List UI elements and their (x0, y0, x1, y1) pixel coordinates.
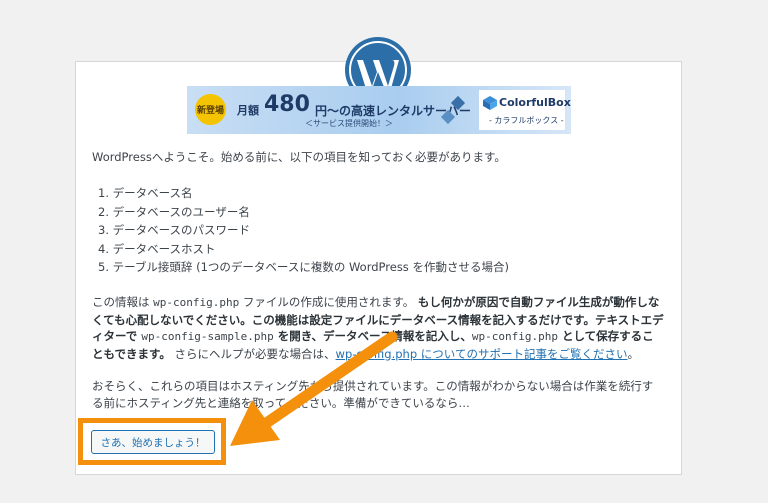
intro-text: WordPressへようこそ。始める前に、以下の項目を知っておく必要があります。 (92, 150, 506, 164)
ad-banner[interactable]: 新登場 月額 480 円〜の高速レンタルサーバー ＜サービス提供開始！＞ Col… (187, 86, 571, 134)
banner-price: 480 (264, 92, 310, 117)
info-text: 。 (627, 346, 639, 361)
cube-logo-icon (483, 96, 497, 110)
support-article-link[interactable]: wp-config.php についてのサポート記事をご覧ください (336, 347, 628, 361)
info-text: ファイルの作成に使用されます。 (239, 295, 418, 309)
list-item: 4. データベースホスト (98, 241, 216, 256)
info-code: wp-config.php (471, 330, 558, 343)
info-bold-text: を開き、データベース情報を記入し、 (273, 329, 472, 343)
list-item: 2. データベースのユーザー名 (98, 204, 250, 219)
brand-subtitle: - カラフルボックス - (489, 116, 564, 125)
brand-name: ColorfulBox (499, 96, 571, 109)
list-item: 5. テーブル接頭辞 (1つのデータベースに複数の WordPress を作動さ… (98, 260, 509, 274)
requirements-list: 1. データベース名 2. データベースのユーザー名 3. データベースのパスワ… (98, 184, 509, 277)
colorfulbox-logo: ColorfulBox - カラフルボックス - (479, 90, 571, 130)
info-text: この情報は (92, 295, 154, 309)
list-item: 3. データベースのパスワード (98, 223, 251, 237)
list-item: 1. データベース名 (98, 186, 193, 200)
hosting-note: おそらく、これらの項目はホスティング先から提供されています。この情報がわからない… (92, 379, 654, 410)
info-text: さらにヘルプが必要な場合は、 (170, 346, 336, 361)
banner-subtext: ＜サービス提供開始！＞ (305, 119, 393, 128)
banner-month: 月額 (237, 104, 259, 117)
start-button[interactable]: さあ、始めましょう！ (91, 430, 215, 454)
config-info-paragraph: この情報は wp-config.php ファイルの作成に使用されます。 もし何か… (92, 294, 664, 362)
info-code: wp-config.php (153, 296, 240, 309)
new-badge: 新登場 (195, 94, 226, 125)
info-code: wp-config-sample.php (141, 330, 274, 343)
